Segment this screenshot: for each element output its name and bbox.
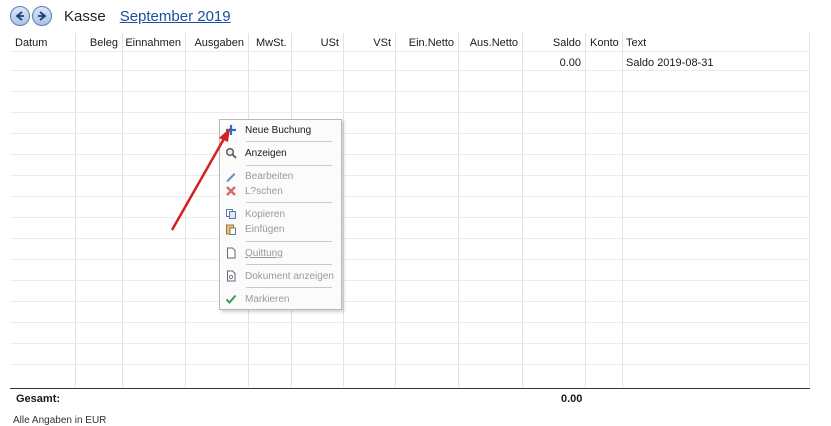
row-divider [10,91,810,92]
document-view-icon [220,270,242,282]
menu-item-label: Markieren [245,293,290,305]
table-cell-text: Saldo 2019-08-31 [626,57,714,69]
column-divider [522,33,523,387]
column-header-beleg[interactable]: Beleg [90,37,118,49]
magnifier-icon [220,147,242,159]
menu-separator [246,241,332,242]
row-divider [10,51,810,52]
pencil-icon [220,170,242,182]
menu-separator [246,264,332,265]
totals-divider [10,388,810,389]
menu-item-loeschen[interactable]: L?schen [220,182,341,200]
arrow-left-icon [15,11,24,21]
ledger-table[interactable]: Datum Beleg Einnahmen Ausgaben MwSt. USt… [10,33,810,387]
column-divider [122,33,123,387]
column-divider [185,33,186,387]
row-divider [10,133,810,134]
page-title: Kasse [64,7,106,25]
paste-icon [220,223,242,235]
menu-separator [246,165,332,166]
row-divider [10,343,810,344]
column-header-ein-netto[interactable]: Ein.Netto [409,37,454,49]
column-header-ust[interactable]: USt [321,37,339,49]
column-header-datum[interactable]: Datum [15,37,47,49]
column-header-konto[interactable]: Konto [590,37,619,49]
column-header-mwst[interactable]: MwSt. [256,37,287,49]
total-label: Gesamt: [16,393,61,405]
row-divider [10,322,810,323]
total-value: 0.00 [561,393,583,405]
copy-icon [220,208,242,220]
row-divider [10,112,810,113]
menu-separator [246,287,332,288]
row-divider [10,259,810,260]
column-divider [343,33,344,387]
back-arrow-button[interactable] [10,6,30,26]
column-divider [809,33,810,387]
menu-item-label: Quittung [245,247,283,259]
row-divider [10,70,810,71]
menu-item-label: Einfügen [245,223,285,235]
menu-item-anzeigen[interactable]: Anzeigen [220,144,341,162]
column-divider [622,33,623,387]
menu-separator [246,141,332,142]
document-icon [220,247,242,259]
row-divider [10,196,810,197]
row-divider [10,175,810,176]
menu-item-label: Dokument anzeigen [245,270,334,282]
menu-item-label: Kopieren [245,208,286,220]
menu-separator [246,202,332,203]
period-link[interactable]: September 2019 [120,8,231,25]
column-header-aus-netto[interactable]: Aus.Netto [470,37,518,49]
row-divider [10,154,810,155]
row-divider [10,364,810,365]
row-divider [10,280,810,281]
delete-x-icon [220,185,242,197]
plus-icon [220,124,242,136]
forward-arrow-button[interactable] [32,6,52,26]
menu-item-dokument-anzeigen[interactable]: Dokument anzeigen [220,267,341,285]
menu-item-einfuegen[interactable]: Einfügen [220,220,341,238]
context-menu: Neue Buchung Anzeigen Bearbeiten L?schen… [219,119,342,310]
column-divider [585,33,586,387]
menu-item-label: L?schen [245,185,283,197]
row-divider [10,238,810,239]
column-divider [458,33,459,387]
column-divider [395,33,396,387]
column-header-vst[interactable]: VSt [373,37,391,49]
currency-note: Alle Angaben in EUR [13,415,107,426]
menu-item-label: Neue Buchung [245,124,312,136]
column-divider [75,33,76,387]
row-divider [10,217,810,218]
table-cell-saldo: 0.00 [559,57,581,69]
header-bar: Kasse September 2019 [10,4,231,28]
column-header-einnahmen[interactable]: Einnahmen [125,37,181,49]
column-header-text[interactable]: Text [626,37,646,49]
checkmark-icon [220,293,242,305]
menu-item-quittung[interactable]: Quittung [220,244,341,262]
column-header-ausgaben[interactable]: Ausgaben [194,37,244,49]
menu-item-label: Bearbeiten [245,170,294,182]
row-divider [10,301,810,302]
menu-item-label: Anzeigen [245,147,287,159]
column-header-saldo[interactable]: Saldo [553,37,581,49]
arrow-right-icon [38,11,47,21]
menu-item-markieren[interactable]: Markieren [220,290,341,308]
menu-item-neue-buchung[interactable]: Neue Buchung [220,121,341,139]
